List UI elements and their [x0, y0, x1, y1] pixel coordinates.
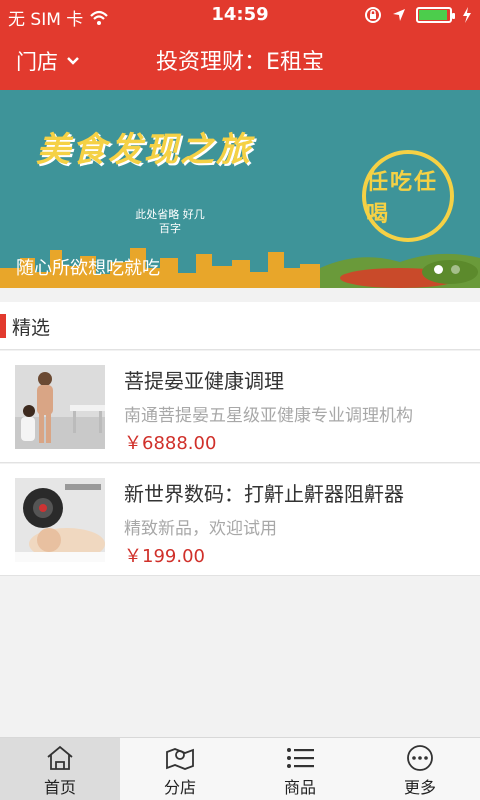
tab-label: 分店	[163, 778, 196, 797]
tab-label: 首页	[43, 778, 76, 797]
page-title: 投资理财：E租宝	[156, 50, 324, 75]
product-description: 南通菩提晏五星级亚健康专业调理机构	[124, 406, 413, 426]
tab-branches[interactable]: 分店	[120, 738, 240, 800]
tab-label: 商品	[283, 778, 316, 797]
product-name: 菩提晏亚健康调理	[124, 369, 284, 393]
rotation-lock-icon	[365, 7, 381, 23]
carousel-dot	[434, 265, 443, 274]
banner-title: 美食发现之旅	[36, 130, 252, 170]
bottom-tab-bar: 首页 分店 商品 更多	[0, 737, 480, 800]
status-bar: 无 SIM 卡 14:59	[0, 0, 480, 30]
product-thumbnail	[15, 478, 105, 562]
promo-banner[interactable]: 美食发现之旅 此处省略 好几百字 任吃任喝 随心所欲想吃就吃	[0, 90, 480, 288]
tab-products[interactable]: 商品	[240, 738, 360, 800]
section-accent-bar	[0, 314, 6, 338]
list-icon	[287, 748, 314, 768]
map-icon	[166, 748, 194, 770]
carousel-dot	[451, 265, 460, 274]
battery-icon	[416, 7, 455, 23]
featured-section-header: 精选	[0, 302, 480, 350]
section-title: 精选	[12, 317, 51, 339]
product-item[interactable]: 菩提晏亚健康调理 南通菩提晏五星级亚健康专业调理机构 ￥6888.00	[0, 351, 480, 463]
tab-label: 更多	[403, 778, 436, 797]
tab-home[interactable]: 首页	[0, 738, 120, 800]
product-thumbnail	[15, 365, 105, 449]
product-price: ￥6888.00	[124, 433, 217, 454]
charging-icon	[463, 7, 471, 23]
product-description: 精致新品，欢迎试用	[124, 519, 277, 539]
home-icon	[47, 745, 73, 770]
product-name: 新世界数码：打鼾止鼾器阻鼾器	[124, 482, 404, 506]
tab-more[interactable]: 更多	[360, 738, 480, 800]
carousel-indicator	[434, 265, 460, 274]
location-icon	[393, 9, 405, 21]
banner-caption: 随心所欲想吃就吃	[16, 258, 160, 279]
nav-bar: 门店 投资理财：E租宝	[0, 30, 480, 90]
product-item[interactable]: 新世界数码：打鼾止鼾器阻鼾器 精致新品，欢迎试用 ￥199.00	[0, 464, 480, 576]
more-icon	[407, 745, 433, 771]
product-price: ￥199.00	[124, 546, 205, 567]
